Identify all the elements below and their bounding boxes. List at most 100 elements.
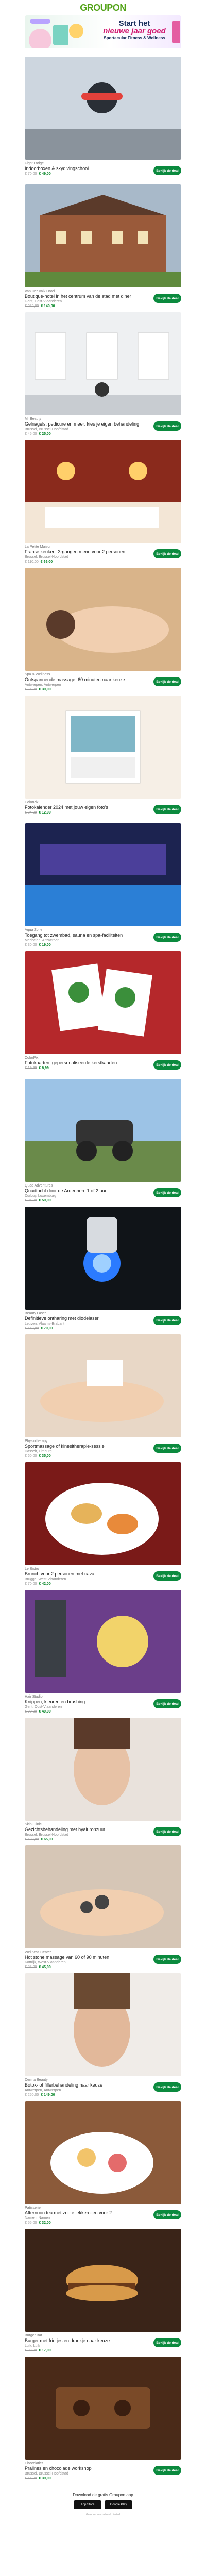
view-deal-button[interactable]: Bekijk de deal <box>153 1699 181 1708</box>
deal-card[interactable]: Le Bistro Brunch voor 2 personen met cava… <box>25 1462 181 1590</box>
deal-photo-icon <box>25 2357 181 2460</box>
deal-photo-icon <box>25 568 181 671</box>
view-deal-button[interactable]: Bekijk de deal <box>153 1571 181 1581</box>
deal-card[interactable]: ColorPix Fotokaarten: gepersonaliseerde k… <box>25 951 181 1079</box>
view-deal-button[interactable]: Bekijk de deal <box>153 677 181 686</box>
view-deal-button[interactable]: Bekijk de deal <box>153 294 181 303</box>
deal-merchant: Burger Bar <box>25 2334 42 2337</box>
deal-title[interactable]: Botox- of fillerbehandeling naar keuze <box>25 2082 151 2088</box>
deal-old-price: € 259,00 <box>25 304 39 308</box>
deal-image[interactable] <box>25 1718 181 1821</box>
deal-title[interactable]: Gezichtsbehandeling met hyaluronzuur <box>25 1827 151 1833</box>
deal-title[interactable]: Gelnagels, pedicure en meer: kies je eig… <box>25 421 151 427</box>
deal-new-price: € 35,00 <box>39 1454 51 1458</box>
view-deal-button[interactable]: Bekijk de deal <box>153 805 181 814</box>
deal-merchant: Aqua Zone <box>25 928 43 932</box>
deal-new-price: € 39,00 <box>39 688 51 691</box>
deal-card[interactable]: Quad Adventures Quadtocht door de Ardenne… <box>25 1079 181 1207</box>
view-deal-button[interactable]: Bekijk de deal <box>153 2338 181 2347</box>
deal-card[interactable]: Mr Beauty Gelnagels, pedicure en meer: ki… <box>25 312 181 440</box>
view-deal-button[interactable]: Bekijk de deal <box>153 2082 181 2092</box>
deal-card[interactable]: Fight Lodge Indoorboxen & skydivingschool… <box>25 57 181 184</box>
deal-card[interactable]: Aqua Zone Toegang tot zwembad, sauna en s… <box>25 823 181 951</box>
deal-info: Quad Adventures Quadtocht door de Ardenne… <box>25 1182 181 1207</box>
deal-image[interactable] <box>25 568 181 671</box>
deal-image[interactable] <box>25 312 181 415</box>
view-deal-button[interactable]: Bekijk de deal <box>153 1188 181 1197</box>
deal-image[interactable] <box>25 823 181 926</box>
deal-title[interactable]: Burger met frietjes en drankje naar keuz… <box>25 2338 151 2344</box>
deal-image[interactable] <box>25 1207 181 1310</box>
deal-info: Skin Clinic Gezichtsbehandeling met hyalu… <box>25 1821 181 1845</box>
deal-image[interactable] <box>25 2101 181 2204</box>
deal-image[interactable] <box>25 57 181 160</box>
deal-card[interactable]: Physiotherapy Sportmassage of kinesithera… <box>25 1334 181 1462</box>
view-deal-button[interactable]: Bekijk de deal <box>153 549 181 558</box>
view-deal-button[interactable]: Bekijk de deal <box>153 2210 181 2219</box>
deal-title[interactable]: Fotokaarten: gepersonaliseerde kerstkaar… <box>25 1060 151 1066</box>
deal-image[interactable] <box>25 1462 181 1565</box>
deal-image[interactable] <box>25 440 181 543</box>
deal-title[interactable]: Indoorboxen & skydivingschool <box>25 166 151 172</box>
deal-image[interactable] <box>25 1845 181 1948</box>
deal-title[interactable]: Fotokalender 2024 met jouw eigen foto's <box>25 805 151 810</box>
deal-old-price: € 65,00 <box>25 2477 37 2480</box>
deal-image[interactable] <box>25 1079 181 1182</box>
deal-title[interactable]: Franse keuken: 3-gangen menu voor 2 pers… <box>25 549 151 555</box>
deal-new-price: € 42,00 <box>39 1582 51 1586</box>
deal-title[interactable]: Boutique-hotel in het centrum van de sta… <box>25 294 151 299</box>
app-store-button[interactable]: App Store <box>74 2500 101 2509</box>
deal-title[interactable]: Toegang tot zwembad, sauna en spa-facili… <box>25 933 151 938</box>
groupon-logo[interactable]: GROUPON <box>80 3 126 13</box>
deal-card[interactable]: La Petite Maison Franse keuken: 3-gangen … <box>25 440 181 568</box>
deal-card[interactable]: Spa & Wellness Ontspannende massage: 60 m… <box>25 568 181 696</box>
deal-title[interactable]: Pralines en chocolade workshop <box>25 2466 151 2471</box>
deal-card[interactable]: Van Der Valk Hotel Boutique-hotel in het … <box>25 184 181 312</box>
deal-title[interactable]: Definitieve ontharing met diodelaser <box>25 1316 151 1321</box>
deal-title[interactable]: Quadtocht door de Ardennen: 1 of 2 uur <box>25 1188 151 1194</box>
deal-merchant: Le Bistro <box>25 1567 39 1571</box>
deal-old-price: € 250,00 <box>25 2093 39 2097</box>
deal-card[interactable]: Beauty Laser Definitieve ontharing met di… <box>25 1207 181 1334</box>
deal-title[interactable]: Brunch voor 2 personen met cava <box>25 1571 151 1577</box>
view-deal-button[interactable]: Bekijk de deal <box>153 2466 181 2475</box>
promo-banner[interactable]: Start het nieuwe jaar goed Sportacular F… <box>25 15 181 48</box>
deal-card[interactable]: Skin Clinic Gezichtsbehandeling met hyalu… <box>25 1718 181 1845</box>
deal-title[interactable]: Afternoon tea met zoete lekkernijen voor… <box>25 2210 151 2216</box>
deal-title[interactable]: Ontspannende massage: 60 minuten naar ke… <box>25 677 151 683</box>
deal-new-price: € 6,99 <box>39 1066 49 1070</box>
view-deal-button[interactable]: Bekijk de deal <box>153 1827 181 1836</box>
view-deal-button[interactable]: Bekijk de deal <box>153 421 181 431</box>
view-deal-button[interactable]: Bekijk de deal <box>153 933 181 942</box>
deal-photo-icon <box>25 696 181 799</box>
deal-image[interactable] <box>25 696 181 799</box>
deal-card[interactable]: Chocolatier Pralines en chocolade worksho… <box>25 2357 181 2484</box>
view-deal-button[interactable]: Bekijk de deal <box>153 1444 181 1453</box>
deal-image[interactable] <box>25 951 181 1054</box>
deal-image[interactable] <box>25 2229 181 2332</box>
deal-card[interactable]: ColorPix Fotokalender 2024 met jouw eigen… <box>25 696 181 823</box>
deal-image[interactable] <box>25 1973 181 2076</box>
deal-image[interactable] <box>25 1590 181 1693</box>
deal-image[interactable] <box>25 184 181 287</box>
deal-card[interactable]: Derma Beauty Botox- of fillerbehandeling … <box>25 1973 181 2101</box>
google-play-button[interactable]: Google Play <box>105 2500 132 2509</box>
deal-info: Van Der Valk Hotel Boutique-hotel in het … <box>25 287 181 312</box>
view-deal-button[interactable]: Bekijk de deal <box>153 1316 181 1325</box>
view-deal-button[interactable]: Bekijk de deal <box>153 1060 181 1070</box>
deal-info: Le Bistro Brunch voor 2 personen met cava… <box>25 1565 181 1590</box>
deal-card[interactable]: Burger Bar Burger met frietjes en drankje… <box>25 2229 181 2357</box>
footer: Download de gratis Groupon app App Store… <box>25 2493 181 2517</box>
view-deal-button[interactable]: Bekijk de deal <box>153 166 181 175</box>
deal-image[interactable] <box>25 2357 181 2460</box>
deal-title[interactable]: Knippen, kleuren en brushing <box>25 1699 151 1705</box>
deal-new-price: € 149,00 <box>41 2093 55 2097</box>
deal-title[interactable]: Hot stone massage van 60 of 90 minuten <box>25 1955 151 1960</box>
deal-card[interactable]: Patisserie Afternoon tea met zoete lekker… <box>25 2101 181 2229</box>
deal-card[interactable]: Hair Studio Knippen, kleuren en brushing G… <box>25 1590 181 1718</box>
deal-card[interactable]: Wellness Center Hot stone massage van 60 … <box>25 1845 181 1973</box>
deal-title[interactable]: Sportmassage of kinesitherapie-sessie <box>25 1444 151 1449</box>
deal-image[interactable] <box>25 1334 181 1437</box>
view-deal-button[interactable]: Bekijk de deal <box>153 1955 181 1964</box>
deal-old-price: € 95,00 <box>25 1199 37 1202</box>
